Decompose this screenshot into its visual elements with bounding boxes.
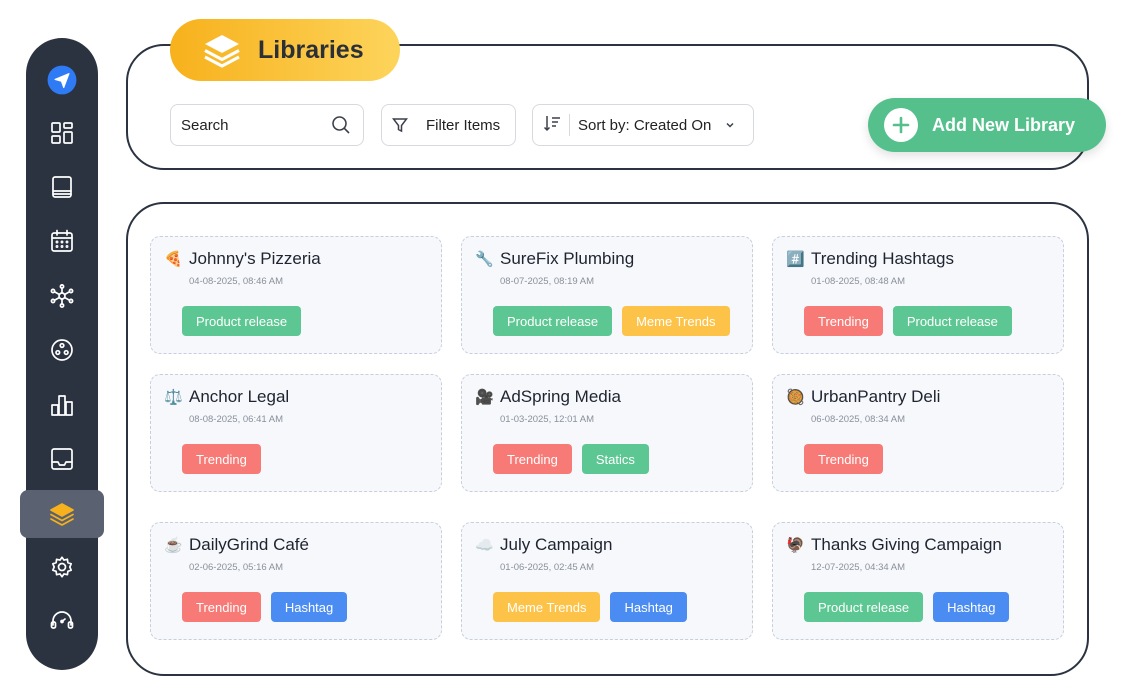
library-card[interactable]: 🥘 UrbanPantry Deli 06-08-2025, 08:34 AM Tre… <box>772 374 1064 492</box>
sidebar-item-send[interactable] <box>42 60 82 100</box>
library-name: Thanks Giving Campaign <box>811 535 1002 554</box>
library-card[interactable]: ☕ DailyGrind Café 02-06-2025, 05:16 AM Tren… <box>150 522 442 640</box>
library-name: Anchor Legal <box>189 387 290 406</box>
sidebar-item-network[interactable] <box>42 276 82 316</box>
tag-badge[interactable]: Meme Trends <box>493 592 601 622</box>
support-icon <box>50 611 74 629</box>
library-name: July Campaign <box>500 535 613 554</box>
library-name: UrbanPantry Deli <box>811 387 941 406</box>
sidebar-item-settings[interactable] <box>42 547 82 587</box>
library-emoji-icon: 🥘 <box>786 389 805 406</box>
layers-icon <box>50 503 74 526</box>
library-name: SureFix Plumbing <box>500 249 635 268</box>
library-emoji-icon: ⚖️ <box>164 389 183 406</box>
network-icon <box>50 284 74 308</box>
library-emoji-icon: 🎥 <box>475 389 494 406</box>
sidebar-item-circles[interactable] <box>42 330 82 370</box>
tag-badge[interactable]: Trending <box>804 306 883 336</box>
library-emoji-icon: 🔧 <box>475 251 494 268</box>
page-title-pill: Libraries <box>170 19 400 81</box>
sidebar-item-library[interactable] <box>42 167 82 207</box>
layers-icon <box>204 35 240 68</box>
library-card[interactable]: 🦃 Thanks Giving Campaign 12-07-2025, 04:34… <box>772 522 1064 640</box>
sidebar-item-libraries[interactable] <box>42 494 82 534</box>
circles-icon <box>51 339 73 361</box>
tag-badge[interactable]: Statics <box>581 444 649 474</box>
library-tags: Product release Hashtag <box>804 592 1010 622</box>
tag-badge[interactable]: Trending <box>493 444 572 474</box>
library-emoji-icon: #️⃣ <box>786 251 805 268</box>
library-date: 01-08-2025, 08:48 AM <box>811 276 906 287</box>
filter-label: Filter Items <box>426 116 501 134</box>
library-date: 04-08-2025, 08:46 AM <box>189 276 284 287</box>
library-emoji-icon: 🍕 <box>164 251 183 268</box>
tag-badge[interactable]: Product release <box>493 306 613 336</box>
send-icon <box>47 65 77 95</box>
page-title: Libraries <box>258 35 364 64</box>
library-date: 12-07-2025, 04:34 AM <box>811 562 906 573</box>
search-input[interactable] <box>181 116 321 134</box>
search-icon[interactable] <box>331 115 351 135</box>
library-emoji-icon: ☕ <box>164 537 183 554</box>
tag-badge[interactable]: Trending <box>182 444 261 474</box>
library-date: 06-08-2025, 08:34 AM <box>811 414 906 425</box>
tag-badge[interactable]: Trending <box>182 592 261 622</box>
library-tags: Trending Product release <box>804 306 1012 336</box>
sort-dropdown[interactable]: Sort by: Created On <box>532 104 754 146</box>
library-date: 02-06-2025, 05:16 AM <box>189 562 284 573</box>
library-card[interactable]: #️⃣ Trending Hashtags 01-08-2025, 08:48 AM… <box>772 236 1064 354</box>
library-name: DailyGrind Café <box>189 535 309 554</box>
library-date: 01-03-2025, 12:01 AM <box>500 414 595 425</box>
filter-icon <box>392 118 408 133</box>
library-date: 08-07-2025, 08:19 AM <box>500 276 595 287</box>
tag-badge[interactable]: Hashtag <box>270 592 348 622</box>
sidebar-item-dashboard[interactable] <box>42 113 82 153</box>
library-date: 08-08-2025, 06:41 AM <box>189 414 284 425</box>
library-emoji-icon: ☁️ <box>475 537 494 554</box>
tag-badge[interactable]: Product release <box>182 306 302 336</box>
library-tags: Product release Meme Trends <box>493 306 730 336</box>
library-card[interactable]: ⚖️ Anchor Legal 08-08-2025, 06:41 AM Trendi… <box>150 374 442 492</box>
dashboard-icon <box>51 122 73 144</box>
plus-icon <box>884 108 918 142</box>
calendar-icon <box>51 229 73 252</box>
sidebar-item-support[interactable] <box>42 601 82 641</box>
sort-label: Sort by: Created On <box>578 116 712 134</box>
library-book-icon <box>52 176 72 198</box>
tag-badge[interactable]: Product release <box>892 306 1012 336</box>
library-card[interactable]: ☁️ July Campaign 01-06-2025, 02:45 AM Meme … <box>461 522 753 640</box>
chevron-down-icon <box>725 117 735 134</box>
library-card[interactable]: 🎥 AdSpring Media 01-03-2025, 12:01 AM Trend… <box>461 374 753 492</box>
library-date: 01-06-2025, 02:45 AM <box>500 562 595 573</box>
tag-badge[interactable]: Meme Trends <box>622 306 730 336</box>
add-new-library-label: Add New Library <box>932 114 1076 135</box>
sort-icon <box>543 114 561 136</box>
search-box[interactable] <box>170 104 364 146</box>
library-name: AdSpring Media <box>500 387 621 406</box>
library-card[interactable]: 🔧 SureFix Plumbing 08-07-2025, 08:19 AM Pro… <box>461 236 753 354</box>
settings-icon <box>51 556 73 578</box>
library-name: Trending Hashtags <box>811 249 955 268</box>
library-card[interactable]: 🍕 Johnny's Pizzeria 04-08-2025, 08:46 AM Pr… <box>150 236 442 354</box>
sidebar-item-calendar[interactable] <box>42 221 82 261</box>
tag-badge[interactable]: Hashtag <box>933 592 1010 622</box>
sidebar-item-inbox[interactable] <box>42 439 82 479</box>
library-tags: Trending Hashtag <box>182 592 348 622</box>
sidebar-item-analytics[interactable] <box>42 385 82 425</box>
tag-badge[interactable]: Product release <box>804 592 924 622</box>
library-tags: Trending Statics <box>493 444 649 474</box>
library-tags: Product release <box>182 306 302 336</box>
add-new-library-button[interactable]: Add New Library <box>868 98 1106 152</box>
tag-badge[interactable]: Trending <box>804 444 883 474</box>
filter-button[interactable]: Filter Items <box>381 104 516 146</box>
tag-badge[interactable]: Hashtag <box>610 592 687 622</box>
library-emoji-icon: 🦃 <box>786 537 805 554</box>
bar-chart-icon <box>51 395 73 416</box>
library-name: Johnny's Pizzeria <box>189 249 321 268</box>
inbox-icon <box>51 448 73 470</box>
library-tags: Meme Trends Hashtag <box>493 592 687 622</box>
library-tags: Trending <box>182 444 261 474</box>
library-tags: Trending <box>804 444 883 474</box>
sort-divider <box>569 114 570 136</box>
